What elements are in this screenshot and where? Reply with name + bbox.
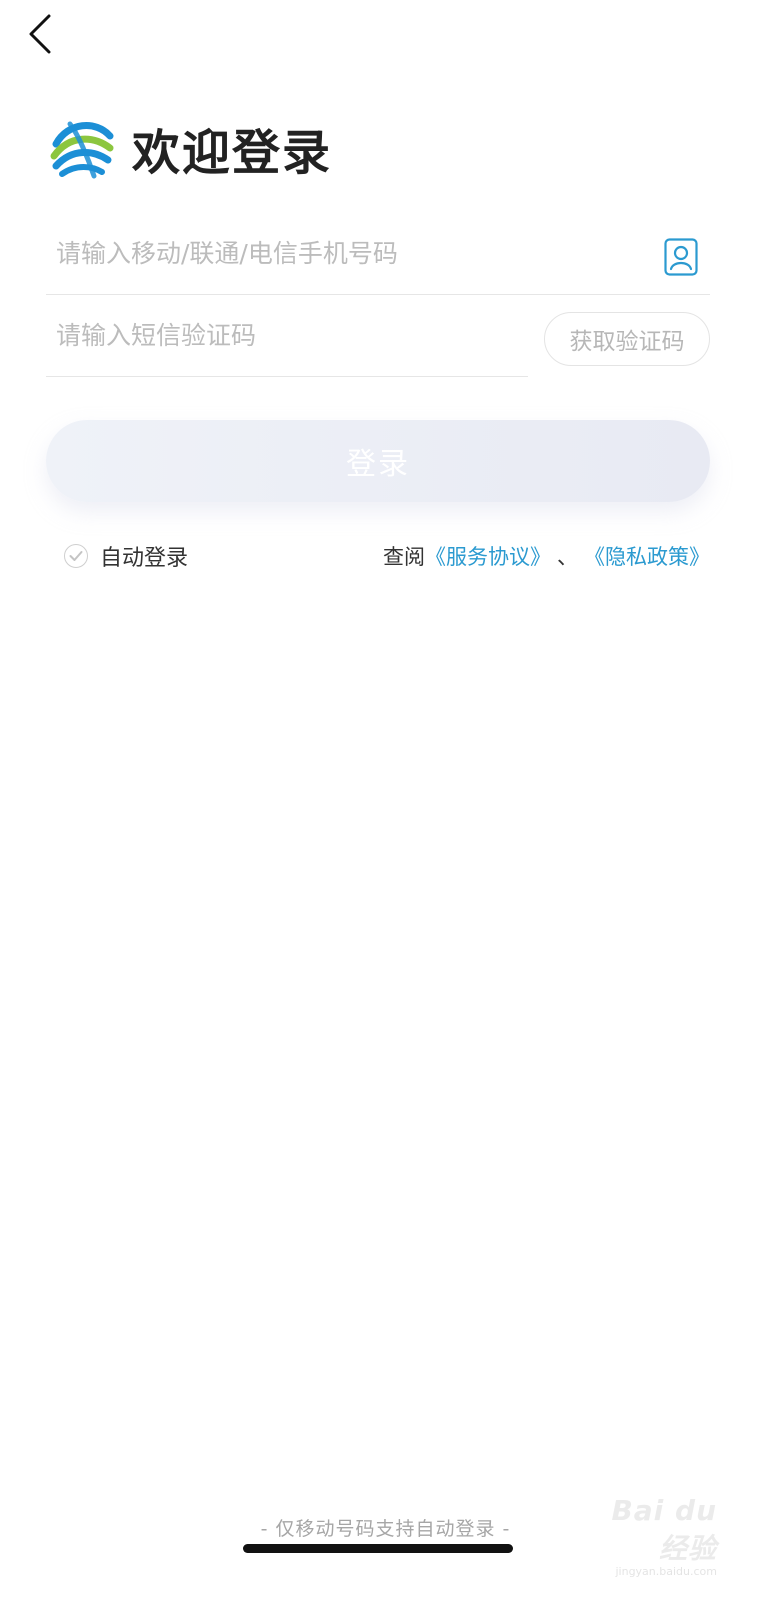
sms-code-input[interactable] xyxy=(46,305,528,365)
agreement-links: 查阅 《服务协议》 、 《隐私政策》 xyxy=(383,540,710,572)
header: 欢迎登录 xyxy=(48,112,332,184)
baidu-jingyan-watermark: Bai du 经验 jingyan.baidu.com xyxy=(581,1494,717,1578)
service-agreement-link[interactable]: 《服务协议》 xyxy=(425,541,551,571)
check-icon xyxy=(69,551,83,561)
get-code-button[interactable]: 获取验证码 xyxy=(544,312,710,366)
page-title: 欢迎登录 xyxy=(132,125,333,181)
auto-login-toggle[interactable]: 自动登录 xyxy=(64,540,188,572)
home-indicator[interactable] xyxy=(243,1544,513,1553)
login-button[interactable]: 登录 xyxy=(46,420,710,502)
contacts-button[interactable] xyxy=(664,238,698,276)
contact-book-icon xyxy=(664,238,698,276)
phone-input[interactable] xyxy=(46,223,710,283)
login-page: 欢迎登录 获取验证码 登录 自动登录 查阅 《服务协议》 、 《隐私政策》 - … xyxy=(0,0,771,1600)
agreement-separator: 、 xyxy=(557,545,578,569)
agreement-prefix: 查阅 xyxy=(383,545,425,569)
back-button[interactable] xyxy=(18,12,62,56)
sms-code-field xyxy=(46,294,528,377)
watermark-main-text: Bai du 经验 xyxy=(611,1494,717,1565)
phone-field xyxy=(46,212,710,295)
auto-login-checkbox[interactable] xyxy=(64,544,88,568)
watermark-url: jingyan.baidu.com xyxy=(615,1565,717,1578)
privacy-policy-link[interactable]: 《隐私政策》 xyxy=(584,541,710,571)
chevron-left-icon xyxy=(29,14,51,54)
china-mobile-logo-icon xyxy=(50,116,114,180)
auto-login-label: 自动登录 xyxy=(100,546,189,571)
